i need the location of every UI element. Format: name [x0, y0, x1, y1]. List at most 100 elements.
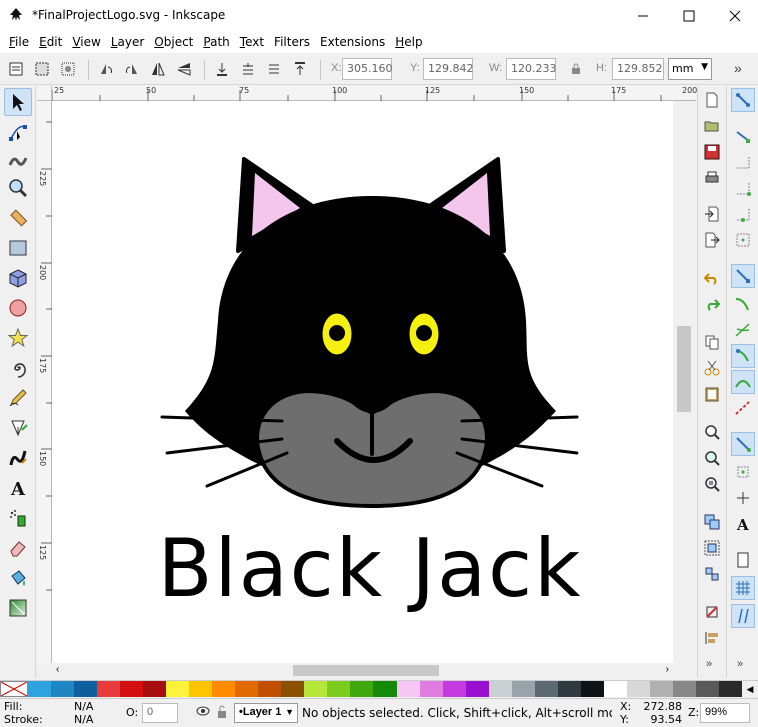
- commands-overflow-button[interactable]: »: [706, 658, 712, 670]
- copy-button[interactable]: [702, 332, 722, 352]
- maximize-button[interactable]: [666, 0, 712, 31]
- rotate-cw-button[interactable]: [122, 59, 142, 79]
- lower-button[interactable]: [238, 59, 258, 79]
- calligraphy-tool[interactable]: [4, 444, 32, 472]
- current-layer-select[interactable]: •Layer 1 ▼: [234, 703, 298, 723]
- export-button[interactable]: [702, 230, 722, 250]
- import-button[interactable]: [702, 204, 722, 224]
- color-swatch[interactable]: [97, 681, 121, 697]
- zoom-page-button[interactable]: [702, 474, 722, 494]
- cat-logo-drawing[interactable]: Black Jack: [52, 101, 673, 663]
- layer-lock-toggle[interactable]: [216, 705, 228, 722]
- palette-menu-button[interactable]: ◀: [742, 681, 758, 697]
- zoom-input[interactable]: 99%: [700, 703, 750, 723]
- close-button[interactable]: [712, 0, 758, 31]
- rectangle-tool[interactable]: [4, 234, 32, 262]
- scroll-left-icon[interactable]: ‹: [56, 664, 59, 675]
- color-swatch[interactable]: [235, 681, 259, 697]
- zoom-selection-button[interactable]: [702, 422, 722, 442]
- color-swatch[interactable]: [373, 681, 397, 697]
- horizontal-scroll-thumb[interactable]: [293, 665, 439, 676]
- lower-to-bottom-button[interactable]: [212, 59, 232, 79]
- snap-path-toggle[interactable]: [731, 292, 755, 316]
- pen-tool[interactable]: [4, 414, 32, 442]
- align-distribute-button[interactable]: [702, 628, 722, 648]
- ellipse-tool[interactable]: [4, 294, 32, 322]
- snap-bbox-center-toggle[interactable]: [731, 228, 755, 252]
- no-paint-swatch[interactable]: [0, 681, 28, 697]
- color-swatch[interactable]: [327, 681, 351, 697]
- logo-text[interactable]: Black Jack: [158, 522, 583, 615]
- gradient-tool[interactable]: [4, 594, 32, 622]
- tweak-tool[interactable]: [4, 146, 32, 174]
- measure-tool[interactable]: [4, 204, 32, 232]
- snap-intersection-toggle[interactable]: [731, 318, 755, 342]
- snap-rotation-center-toggle[interactable]: [731, 486, 755, 510]
- color-swatch[interactable]: [557, 681, 581, 697]
- color-swatch[interactable]: [350, 681, 374, 697]
- fill-stroke-button[interactable]: [702, 602, 722, 622]
- snap-bbox-midpoint-toggle[interactable]: [731, 202, 755, 226]
- units-select[interactable]: mm ▼: [668, 58, 712, 80]
- selector-tool[interactable]: [4, 88, 32, 116]
- color-swatch[interactable]: [649, 681, 673, 697]
- color-swatch[interactable]: [534, 681, 558, 697]
- star-tool[interactable]: [4, 324, 32, 352]
- menu-layer[interactable]: Layer: [106, 31, 149, 53]
- snap-smooth-toggle[interactable]: [731, 370, 755, 394]
- menu-filters[interactable]: Filters: [269, 31, 315, 53]
- vertical-ruler[interactable]: 225 200 175 150 125: [37, 101, 52, 663]
- color-swatch[interactable]: [718, 681, 742, 697]
- layer-visibility-toggle[interactable]: [196, 705, 210, 720]
- color-swatch[interactable]: [258, 681, 282, 697]
- y-input[interactable]: 129.842: [423, 58, 474, 80]
- snap-enable-toggle[interactable]: [731, 88, 755, 112]
- lock-ratio-button[interactable]: [566, 59, 586, 79]
- x-input[interactable]: 305.160: [342, 58, 393, 80]
- redo-button[interactable]: [702, 294, 722, 314]
- menu-file[interactable]: File: [4, 31, 34, 53]
- deselect-button[interactable]: [58, 59, 78, 79]
- color-swatch[interactable]: [580, 681, 604, 697]
- vertical-scroll-thumb[interactable]: [677, 326, 691, 412]
- snap-overflow-button[interactable]: »: [737, 658, 743, 670]
- snap-bbox-toggle[interactable]: [731, 124, 755, 148]
- color-swatch[interactable]: [212, 681, 236, 697]
- color-swatch[interactable]: [442, 681, 466, 697]
- snap-cusp-toggle[interactable]: [731, 344, 755, 368]
- raise-button[interactable]: [264, 59, 284, 79]
- color-swatch[interactable]: [166, 681, 190, 697]
- eraser-tool[interactable]: [4, 534, 32, 562]
- color-swatch[interactable]: [304, 681, 328, 697]
- snap-center-toggle[interactable]: [731, 460, 755, 484]
- flip-horizontal-button[interactable]: [148, 59, 168, 79]
- print-button[interactable]: [702, 168, 722, 188]
- vertical-scrollbar[interactable]: [673, 101, 696, 663]
- menu-path[interactable]: Path: [198, 31, 234, 53]
- ungroup-button[interactable]: [702, 564, 722, 584]
- horizontal-scrollbar[interactable]: ‹ ›: [52, 663, 673, 678]
- color-swatch[interactable]: [488, 681, 512, 697]
- horizontal-ruler[interactable]: 25 50 75 100 125 150 175 200: [52, 86, 697, 101]
- menu-extensions[interactable]: Extensions: [315, 31, 390, 53]
- menu-help[interactable]: Help: [390, 31, 427, 53]
- snap-bbox-edge-toggle[interactable]: [731, 150, 755, 174]
- select-all-button[interactable]: [6, 59, 26, 79]
- color-swatch[interactable]: [396, 681, 420, 697]
- new-document-button[interactable]: [702, 90, 722, 110]
- zoom-drawing-button[interactable]: [702, 448, 722, 468]
- color-swatch[interactable]: [695, 681, 719, 697]
- opacity-input[interactable]: 0: [142, 703, 178, 723]
- color-swatch[interactable]: [74, 681, 98, 697]
- raise-to-top-button[interactable]: [290, 59, 310, 79]
- snap-nodes-toggle[interactable]: [731, 264, 755, 288]
- spray-tool[interactable]: [4, 504, 32, 532]
- cut-button[interactable]: [702, 358, 722, 378]
- scroll-right-icon[interactable]: ›: [666, 664, 669, 675]
- snap-midpoint-toggle[interactable]: [731, 396, 755, 420]
- height-input[interactable]: 129.852: [612, 58, 664, 80]
- snap-text-baseline-toggle[interactable]: A: [731, 512, 755, 536]
- paint-bucket-tool[interactable]: [4, 564, 32, 592]
- color-swatch[interactable]: [28, 681, 52, 697]
- pencil-tool[interactable]: [4, 384, 32, 412]
